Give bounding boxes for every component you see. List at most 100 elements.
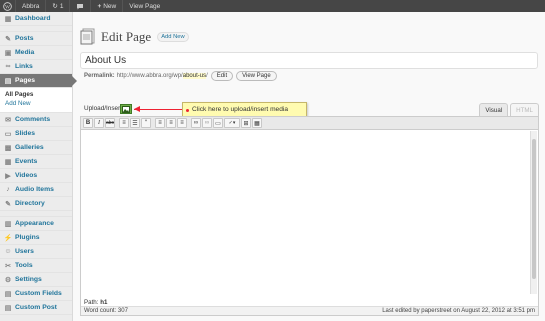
videos-icon: ▶ [5,172,11,180]
italic-icon[interactable]: I [94,118,104,128]
sidebar-item-label: Tools [15,262,33,269]
callout-arrow-head-icon [134,106,140,112]
kitchen-sink-icon[interactable]: ▦ [252,118,262,128]
permalink-base: http://www.abbra.org/wp/ [116,73,183,79]
custom-fields-icon: ▤ [4,290,12,298]
sidebar-item-label: Videos [15,172,38,179]
media-icon: ▣ [4,49,12,57]
sidebar-item-label: Settings [15,276,42,283]
page-header: Edit Page Add New [80,28,189,45]
pages-submenu: All Pages Add New [0,88,72,113]
spellcheck-icon[interactable]: ✓▾ [224,118,240,128]
path-label: Path: [84,299,99,306]
sidebar-item-label: Comments [15,116,51,123]
add-new-button[interactable]: Add New [157,31,189,42]
sidebar-item-dashboard[interactable]: ▦ Dashboard [0,12,72,26]
sidebar-item-events[interactable]: ▦ Events [0,155,72,169]
updates-link[interactable]: ↻ 1 [46,0,71,12]
align-center-icon[interactable]: ≡ [166,118,176,128]
directory-icon: ✎ [5,200,11,208]
sidebar-item-pages[interactable]: ▤ Pages [0,74,77,88]
sidebar-item-slides[interactable]: ▭ Slides [0,127,72,141]
numbered-list-icon[interactable]: ☰ [130,118,140,128]
strikethrough-icon[interactable]: abc [105,118,115,128]
sidebar-item-posts[interactable]: ✎ Posts [0,32,72,46]
sidebar-item-label: Events [15,158,38,165]
sidebar-item-label: Media [15,49,35,56]
sidebar-item-plugins[interactable]: ⚡ Plugins [0,231,72,245]
sidebar-item-audio-items[interactable]: ♪ Audio Items [0,183,72,197]
sidebar-item-users[interactable]: ☺ Users [0,245,72,259]
galleries-icon: ▩ [4,144,12,152]
slides-icon: ▭ [4,130,12,138]
sidebar-item-media[interactable]: ▣ Media [0,46,72,60]
unlink-icon[interactable]: ∞ [202,118,212,128]
sidebar-item-label: Galleries [15,144,44,151]
pages-icon [80,28,95,45]
events-icon: ▦ [4,158,12,166]
link-icon: ∞ [5,63,11,70]
sidebar-item-settings[interactable]: ⚙ Settings [0,273,72,287]
editor-body[interactable] [81,130,530,295]
editor-footer: Word count: 307 Last edited by paperstre… [81,306,538,315]
fullscreen-icon[interactable]: ⊞ [241,118,251,128]
more-tag-icon[interactable]: ▭ [213,118,223,128]
callout-arrow-line [134,109,182,110]
page-title: Edit Page [101,28,152,44]
upload-insert-row: Upload/Insert [84,105,122,112]
bold-icon[interactable]: B [83,118,93,128]
sidebar-item-label: Plugins [15,234,40,241]
post-title-input[interactable]: About Us [80,52,538,69]
sidebar-item-videos[interactable]: ▶ Videos [0,169,72,183]
view-page-button[interactable]: View Page [236,71,277,81]
add-media-button[interactable] [120,104,132,114]
sidebar-item-custom-post[interactable]: ▤ Custom Post [0,301,72,315]
submenu-add-new[interactable]: Add New [5,100,72,109]
sidebar-item-label: Directory [15,200,45,207]
permalink-trailing: / [206,73,208,79]
new-content-link[interactable]: + New [91,0,124,12]
tab-visual[interactable]: Visual [479,103,509,117]
site-name-link[interactable]: Abbra [16,0,47,12]
sidebar-item-label: Custom Post [15,304,57,311]
sidebar-item-comments[interactable]: ✉ Comments [0,113,72,127]
wordpress-logo-icon[interactable]: W [0,0,16,12]
comments-bar-icon[interactable] [70,0,92,12]
custom-post-icon: ▤ [4,304,12,312]
sidebar-item-tools[interactable]: ✂ Tools [0,259,72,273]
updates-count: 1 [59,2,64,10]
upload-insert-label: Upload/Insert [84,105,123,112]
view-page-link[interactable]: View Page [123,0,166,12]
editor-scrollbar[interactable] [530,131,537,294]
scrollbar-thumb[interactable] [532,139,536,279]
link-icon[interactable]: ∞ [191,118,201,128]
content-editor: B I abc ≡ ☰ “ ≡ ≡ ≡ ∞ ∞ ▭ ✓▾ ⊞ ▦ Path: h… [80,116,539,316]
word-count: Word count: 307 [84,308,128,314]
sidebar-item-galleries[interactable]: ▩ Galleries [0,141,72,155]
editor-toolbar: B I abc ≡ ☰ “ ≡ ≡ ≡ ∞ ∞ ▭ ✓▾ ⊞ ▦ [81,117,538,130]
sidebar-item-label: Pages [15,77,36,84]
sidebar-item-custom-fields[interactable]: ▤ Custom Fields [0,287,72,301]
editor-tabs: Visual HTML [477,103,539,117]
sidebar-item-directory[interactable]: ✎ Directory [0,197,72,211]
audio-icon: ♪ [6,186,10,193]
main-content: Edit Page Add New About Us Permalink: ht… [79,12,539,321]
comments-icon: ✉ [5,116,11,124]
align-left-icon[interactable]: ≡ [155,118,165,128]
edit-permalink-button[interactable]: Edit [210,71,234,81]
blockquote-icon[interactable]: “ [141,118,151,128]
permalink-slug[interactable]: about-us [182,73,207,79]
permalink-label: Permalink: [84,73,115,79]
align-right-icon[interactable]: ≡ [177,118,187,128]
sidebar-item-label: Custom Fields [15,290,62,297]
permalink-row: Permalink: http://www.abbra.org/wp/ abou… [84,71,277,81]
submenu-all-pages[interactable]: All Pages [5,91,72,100]
pin-icon: ✎ [5,35,11,43]
bullet-list-icon[interactable]: ≡ [119,118,129,128]
admin-bar: W Abbra ↻ 1 + New View Page [0,0,545,12]
sidebar-item-label: Appearance [15,220,54,227]
sidebar-item-links[interactable]: ∞ Links [0,60,72,74]
tab-html[interactable]: HTML [510,103,539,117]
path-value[interactable]: h1 [100,299,107,306]
sidebar-item-appearance[interactable]: ▥ Appearance [0,217,72,231]
